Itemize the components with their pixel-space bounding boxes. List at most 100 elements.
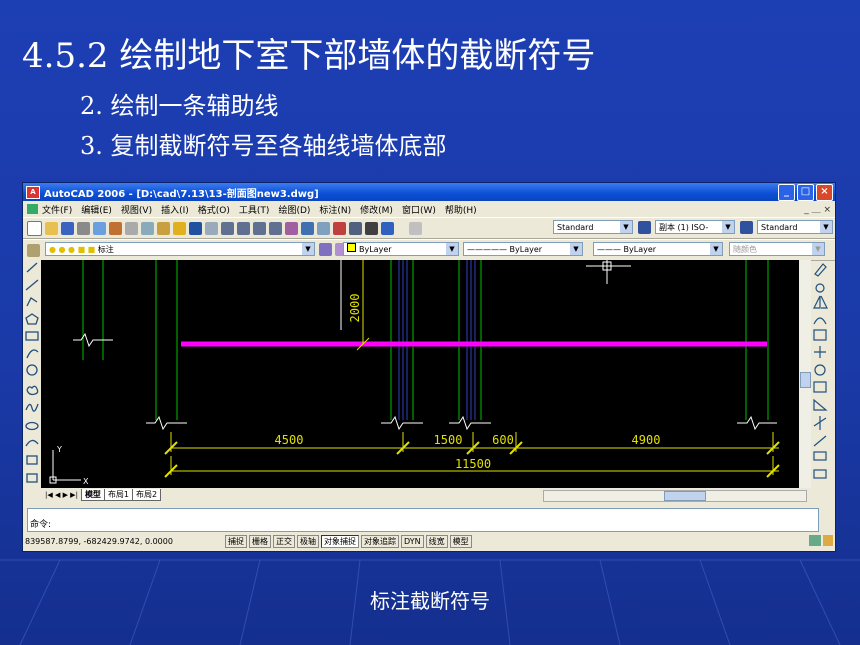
document-icon[interactable] <box>27 204 38 214</box>
array-icon[interactable] <box>813 329 827 341</box>
tab-model[interactable]: 模型 <box>80 489 105 501</box>
menu-dimension[interactable]: 标注(N) <box>319 203 351 216</box>
scale-icon[interactable] <box>813 381 827 393</box>
zoom-previous-icon[interactable] <box>269 221 282 235</box>
revision-cloud-icon[interactable] <box>26 385 39 396</box>
title-bar[interactable]: A AutoCAD 2006 - [D:\cad\7.13\13-剖面图new3… <box>23 183 835 201</box>
bullet-2: 3. 复制截断符号至各轴线墙体底部 <box>80 132 447 160</box>
copy-icon[interactable] <box>141 221 154 235</box>
match-properties-icon[interactable] <box>173 221 186 235</box>
lineweight-select[interactable]: ——— ByLayer ▼ <box>593 242 723 256</box>
save-icon[interactable] <box>61 221 74 235</box>
arc-icon[interactable] <box>26 349 39 359</box>
markup-icon[interactable] <box>349 221 362 235</box>
redo-icon[interactable] <box>205 221 218 235</box>
menu-help[interactable]: 帮助(H) <box>445 203 477 216</box>
minimize-button[interactable]: _ <box>778 184 795 201</box>
menu-file[interactable]: 文件(F) <box>42 203 72 216</box>
grid-toggle[interactable]: 栅格 <box>249 534 271 548</box>
paste-icon[interactable] <box>157 221 170 235</box>
tab-layout2[interactable]: 布局2 <box>132 489 162 501</box>
erase-icon[interactable] <box>814 263 827 277</box>
command-window[interactable]: 命令: <box>27 508 819 532</box>
line-icon[interactable] <box>26 262 38 273</box>
layer-select[interactable]: ● ● ● ■ ■ 标注 ▼ <box>45 242 315 256</box>
ortho-toggle[interactable]: 正交 <box>273 534 295 548</box>
horizontal-scrollbar[interactable] <box>543 490 807 502</box>
zoom-realtime-icon[interactable] <box>237 221 250 235</box>
menu-draw[interactable]: 绘图(D) <box>278 203 310 216</box>
rotate-icon[interactable] <box>814 364 826 376</box>
close-button[interactable]: × <box>816 184 833 201</box>
text-style-select[interactable]: Standard ▼ <box>553 220 633 234</box>
dim-style-select[interactable]: 副本 (1) ISO- ▼ <box>655 220 735 234</box>
vertical-scrollbar[interactable] <box>799 260 811 488</box>
scroll-thumb[interactable] <box>800 372 811 388</box>
drawing-canvas[interactable]: 2000 4500 1500 600 4900 11500 Y X <box>41 260 799 488</box>
hscroll-thumb[interactable] <box>664 491 706 501</box>
publish-icon[interactable] <box>109 221 122 235</box>
menu-tools[interactable]: 工具(T) <box>239 203 270 216</box>
menu-format[interactable]: 格式(O) <box>198 203 230 216</box>
print-icon[interactable] <box>77 221 90 235</box>
construction-line-icon[interactable] <box>25 279 39 291</box>
stretch-icon[interactable] <box>813 398 828 411</box>
maximize-button[interactable]: □ <box>797 184 814 201</box>
menu-window[interactable]: 窗口(W) <box>402 203 436 216</box>
layer-manager-icon[interactable] <box>27 243 40 257</box>
linetype-select[interactable]: ————— ByLayer ▼ <box>463 242 583 256</box>
osnap-toggle[interactable]: 对象捕捉 <box>321 534 359 548</box>
cut-icon[interactable] <box>125 221 138 235</box>
snap-toggle[interactable]: 捕捉 <box>225 534 247 548</box>
design-center-icon[interactable] <box>301 221 314 235</box>
communication-center-icon[interactable] <box>809 535 821 546</box>
menu-edit[interactable]: 编辑(E) <box>81 203 112 216</box>
menu-view[interactable]: 视图(V) <box>121 203 152 216</box>
calculator-icon[interactable] <box>365 221 378 235</box>
tool-palettes-icon[interactable] <box>317 221 330 235</box>
tab-layout1[interactable]: 布局1 <box>103 489 134 501</box>
break-icon[interactable] <box>813 451 827 461</box>
plot-style-select[interactable]: 随颜色 ▼ <box>729 242 825 256</box>
make-block-icon[interactable] <box>26 473 38 483</box>
offset-icon[interactable] <box>813 317 827 325</box>
lock-icon[interactable] <box>823 535 833 546</box>
copy-object-icon[interactable] <box>815 283 825 293</box>
color-select[interactable]: ByLayer ▼ <box>343 242 459 256</box>
lineweight-toggle[interactable]: 线宽 <box>425 534 448 548</box>
wall-lines <box>82 260 769 420</box>
new-icon[interactable] <box>27 220 42 236</box>
plot-preview-icon[interactable] <box>93 221 106 235</box>
tab-nav-arrows[interactable]: |◀ ◀ ▶ ▶| <box>45 491 78 499</box>
circle-icon[interactable] <box>26 364 38 376</box>
spline-icon[interactable] <box>25 403 39 412</box>
rectangle-icon[interactable] <box>25 331 39 341</box>
help-icon[interactable] <box>381 221 394 235</box>
polyline-icon[interactable] <box>26 297 38 307</box>
insert-block-icon[interactable] <box>26 455 38 465</box>
dyn-toggle[interactable]: DYN <box>401 534 424 548</box>
coordinates-readout: 839587.8799, -682429.9742, 0.0000 <box>25 536 173 546</box>
document-controls[interactable]: _ ＿ × <box>804 202 831 215</box>
join-icon[interactable] <box>813 469 827 479</box>
open-icon[interactable] <box>45 221 58 235</box>
move-icon[interactable] <box>814 346 826 358</box>
ellipse-icon[interactable] <box>25 421 39 431</box>
trim-icon[interactable] <box>813 416 827 430</box>
model-toggle[interactable]: 模型 <box>449 534 472 548</box>
otrack-toggle[interactable]: 对象追踪 <box>361 534 399 548</box>
undo-icon[interactable] <box>189 221 202 235</box>
zoom-window-icon[interactable] <box>253 221 266 235</box>
pan-icon[interactable] <box>221 221 234 235</box>
ellipse-arc-icon[interactable] <box>25 439 39 447</box>
extend-icon[interactable] <box>813 435 827 447</box>
table-style-select[interactable]: Standard ▼ <box>757 220 833 234</box>
menu-modify[interactable]: 修改(M) <box>360 203 393 216</box>
mirror-icon[interactable] <box>813 295 828 309</box>
menu-insert[interactable]: 插入(I) <box>161 203 189 216</box>
sheet-set-icon[interactable] <box>333 221 346 235</box>
polygon-icon[interactable] <box>25 313 39 325</box>
polar-toggle[interactable]: 极轴 <box>297 534 319 548</box>
properties-icon[interactable] <box>285 221 298 235</box>
make-current-icon[interactable] <box>319 243 332 256</box>
